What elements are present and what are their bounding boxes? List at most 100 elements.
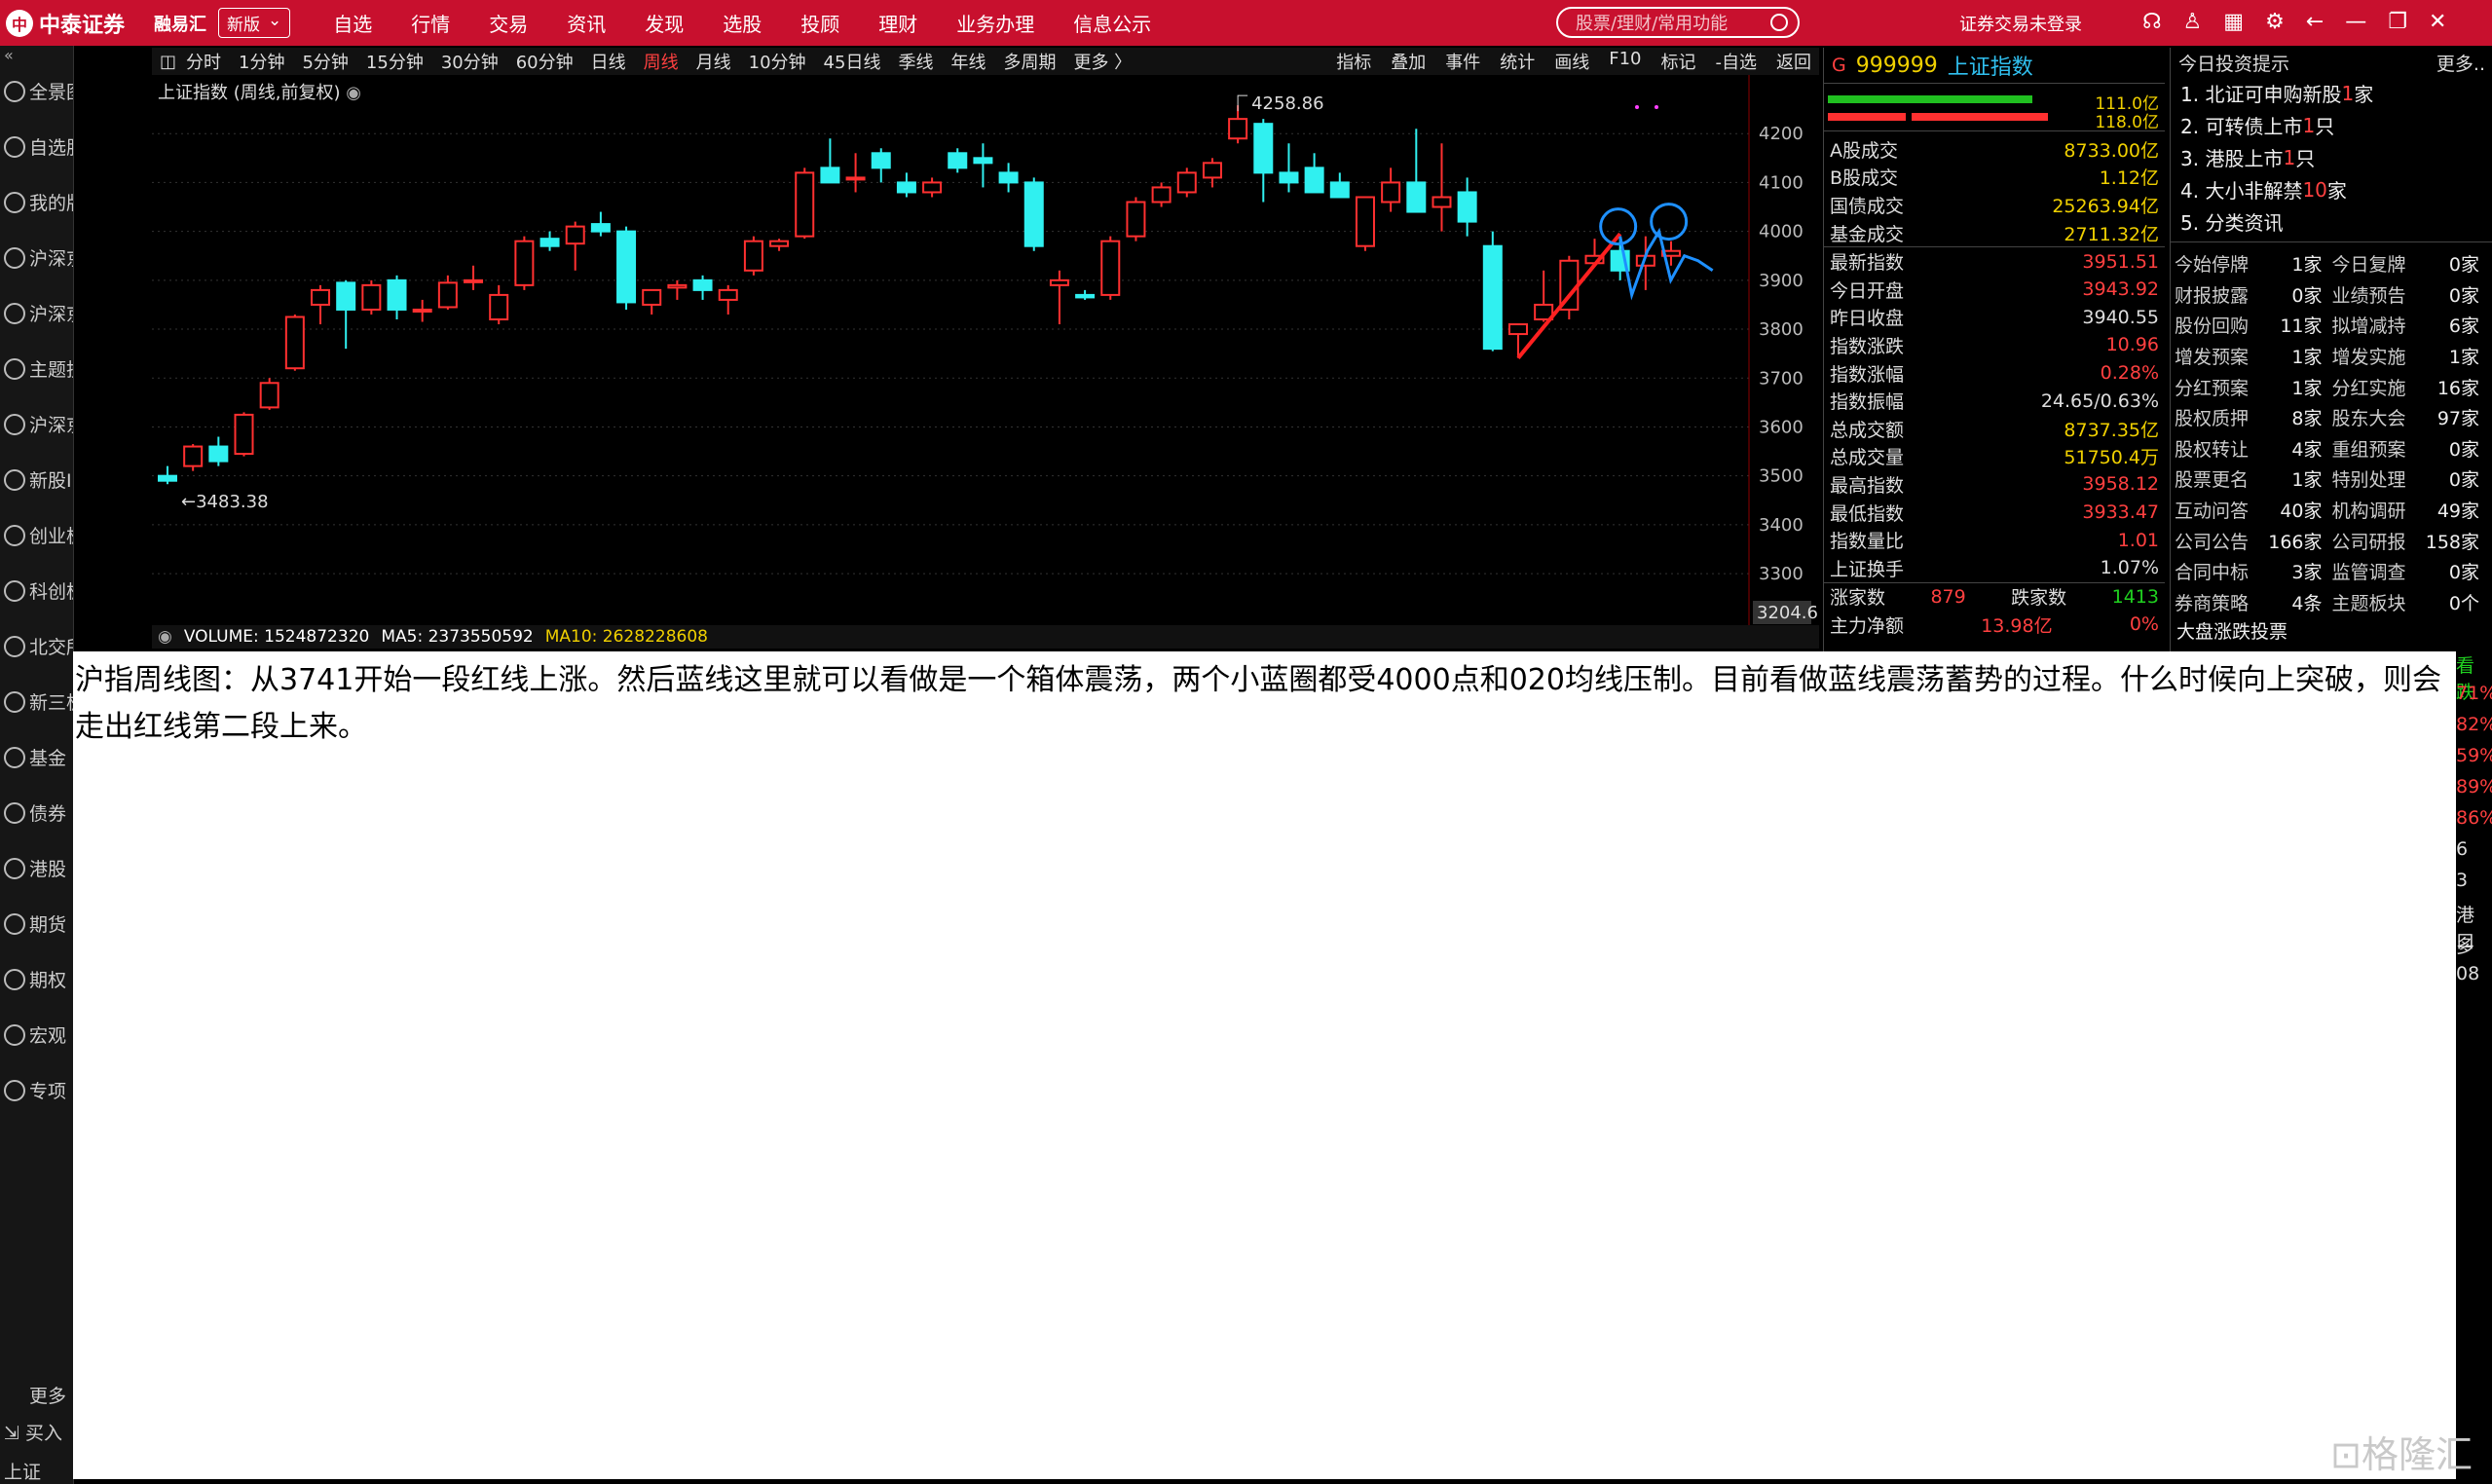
tip-stat[interactable]: 机构调研 49家: [2332, 495, 2490, 526]
sidebar-bottom-item[interactable]: 上证: [4, 1458, 41, 1484]
panel-toggle-icon[interactable]: ◫: [160, 52, 176, 72]
dropdown-icon[interactable]: ◉: [346, 83, 361, 103]
period-tab[interactable]: 季线: [898, 53, 933, 73]
tip-stat[interactable]: 拟增减持 6家: [2332, 310, 2490, 341]
sidebar-item[interactable]: 宏观: [0, 1007, 73, 1062]
headset-icon[interactable]: ☊: [2142, 10, 2162, 34]
tip-item[interactable]: 4. 大小非解禁 10 家: [2171, 173, 2492, 205]
chart-tool[interactable]: -自选: [1716, 49, 1758, 74]
sidebar-item[interactable]: 新股IPO: [0, 452, 73, 507]
period-tab[interactable]: 月线: [696, 53, 731, 73]
period-tab[interactable]: 15分钟: [366, 53, 424, 73]
tip-item[interactable]: 5. 分类资讯: [2171, 205, 2492, 238]
tip-stat[interactable]: 增发实施 1家: [2332, 341, 2490, 372]
tip-stat[interactable]: 股份回购 11家: [2175, 310, 2332, 341]
chart-tool[interactable]: 叠加: [1391, 49, 1426, 74]
tip-stat[interactable]: 主题板块 0个: [2332, 587, 2490, 618]
sidebar-item[interactable]: 专项: [0, 1062, 73, 1118]
nav-item[interactable]: 资讯: [547, 9, 625, 37]
settings-icon[interactable]: ⚙: [2265, 10, 2285, 34]
collapse-icon[interactable]: «: [0, 46, 73, 64]
nav-item[interactable]: 理财: [859, 9, 937, 37]
period-tab[interactable]: 日线: [591, 53, 626, 73]
nav-item[interactable]: 自选: [314, 9, 391, 37]
tip-item[interactable]: 3. 港股上市 1 只: [2171, 141, 2492, 173]
period-tab[interactable]: 5分钟: [302, 53, 348, 73]
vote-link[interactable]: 大盘涨跌投票: [2171, 617, 2492, 644]
sidebar-item[interactable]: 全景图: [0, 63, 73, 119]
tip-stat[interactable]: 股权质押 8家: [2175, 402, 2332, 433]
period-tab[interactable]: 30分钟: [441, 53, 499, 73]
grid-icon[interactable]: ▦: [2223, 10, 2244, 34]
nav-item[interactable]: 业务办理: [937, 9, 1054, 37]
tip-stat[interactable]: 合同中标 3家: [2175, 556, 2332, 587]
kline-svg[interactable]: 4200 4100 4000 3900 3800 3700 3600 3500 3400 3300…: [152, 75, 1819, 625]
sidebar-item[interactable]: 期权: [0, 951, 73, 1007]
nav-item[interactable]: 发现: [625, 9, 703, 37]
period-tab[interactable]: 年线: [950, 53, 986, 73]
tip-stat[interactable]: 股权转让 4家: [2175, 433, 2332, 464]
tip-item[interactable]: 1. 北证可申购新股 1 家: [2171, 77, 2492, 109]
tip-stat[interactable]: 今日复牌 0家: [2332, 248, 2490, 279]
tip-stat[interactable]: 特别处理 0家: [2332, 464, 2490, 495]
tip-stat[interactable]: 财报披露 0家: [2175, 279, 2332, 311]
sidebar-item[interactable]: 港股: [0, 840, 73, 896]
tip-stat[interactable]: 今始停牌 1家: [2175, 248, 2332, 279]
candlestick-chart[interactable]: 上证指数 (周线,前复权) ◉ 4200 4100 4000 3900 3800 3700…: [152, 75, 1819, 626]
sidebar-item[interactable]: 沪深京指数: [0, 230, 73, 285]
sidebar-item[interactable]: 债券: [0, 785, 73, 840]
tip-stat[interactable]: 分红预案 1家: [2175, 371, 2332, 402]
sidebar-item[interactable]: 自选股: [0, 119, 73, 174]
sidebar-item[interactable]: 主题投资: [0, 341, 73, 396]
nav-item[interactable]: 选股: [703, 9, 781, 37]
nav-item[interactable]: 交易: [469, 9, 547, 37]
tip-stat[interactable]: 公司公告 166家: [2175, 525, 2332, 556]
shirt-icon[interactable]: ♙: [2183, 10, 2203, 34]
sidebar-item[interactable]: 期货: [0, 896, 73, 951]
minimize-icon[interactable]: —: [2345, 10, 2366, 34]
tip-stat[interactable]: 股票更名 1家: [2175, 464, 2332, 495]
version-select[interactable]: 新版 ⌄: [218, 8, 291, 38]
nav-item[interactable]: 行情: [391, 9, 469, 37]
nav-item[interactable]: 信息公示: [1054, 9, 1171, 37]
tip-stat[interactable]: 业绩预告 0家: [2332, 279, 2490, 311]
sidebar-item[interactable]: 沪深京板块: [0, 285, 73, 341]
buy-button[interactable]: ⇲ 买入: [4, 1419, 62, 1445]
chart-tool[interactable]: 指标: [1336, 49, 1371, 74]
chart-tool[interactable]: F10: [1609, 49, 1641, 74]
tip-stat[interactable]: 监管调查 0家: [2332, 556, 2490, 587]
period-tab[interactable]: 多周期: [1003, 53, 1056, 73]
chart-tool[interactable]: 画线: [1554, 49, 1589, 74]
sidebar-item[interactable]: 基金: [0, 729, 73, 785]
sidebar-item[interactable]: 沪深京个股: [0, 396, 73, 452]
period-tab[interactable]: 1分钟: [239, 53, 284, 73]
tip-stat[interactable]: 增发预案 1家: [2175, 341, 2332, 372]
tips-more[interactable]: 更多..: [2436, 50, 2485, 76]
restore-icon[interactable]: ❐: [2388, 10, 2407, 34]
tip-stat[interactable]: 分红实施 16家: [2332, 371, 2490, 402]
tip-stat[interactable]: 互动问答 40家: [2175, 495, 2332, 526]
tip-stat[interactable]: 重组预案 0家: [2332, 433, 2490, 464]
chart-tool[interactable]: 返回: [1776, 49, 1811, 74]
period-tab[interactable]: 更多 〉: [1073, 53, 1132, 73]
tip-stat[interactable]: 公司研报 158家: [2332, 525, 2490, 556]
sidebar-item[interactable]: 新三板: [0, 674, 73, 729]
back-icon[interactable]: ←: [2306, 10, 2324, 34]
close-icon[interactable]: ✕: [2429, 10, 2446, 34]
login-status[interactable]: 证券交易未登录: [1959, 11, 2082, 36]
sidebar-more[interactable]: 更多: [29, 1382, 66, 1408]
chart-tool[interactable]: 标记: [1661, 49, 1696, 74]
search-icon[interactable]: [1770, 14, 1788, 31]
chart-tool[interactable]: 统计: [1500, 49, 1535, 74]
sidebar-item[interactable]: 创业板: [0, 507, 73, 563]
chart-tool[interactable]: 事件: [1445, 49, 1480, 74]
period-tab[interactable]: 45日线: [824, 53, 881, 73]
nav-item[interactable]: 投顾: [781, 9, 859, 37]
tip-item[interactable]: 2. 可转债上市 1 只: [2171, 109, 2492, 141]
sidebar-item[interactable]: 科创板: [0, 563, 73, 618]
tip-stat[interactable]: 券商策略 4条: [2175, 587, 2332, 618]
tip-stat[interactable]: 股东大会 97家: [2332, 402, 2490, 433]
sidebar-item[interactable]: 北交所: [0, 618, 73, 674]
volume-toggle-icon[interactable]: ◉: [158, 627, 172, 647]
sidebar-item[interactable]: 我的版面: [0, 174, 73, 230]
